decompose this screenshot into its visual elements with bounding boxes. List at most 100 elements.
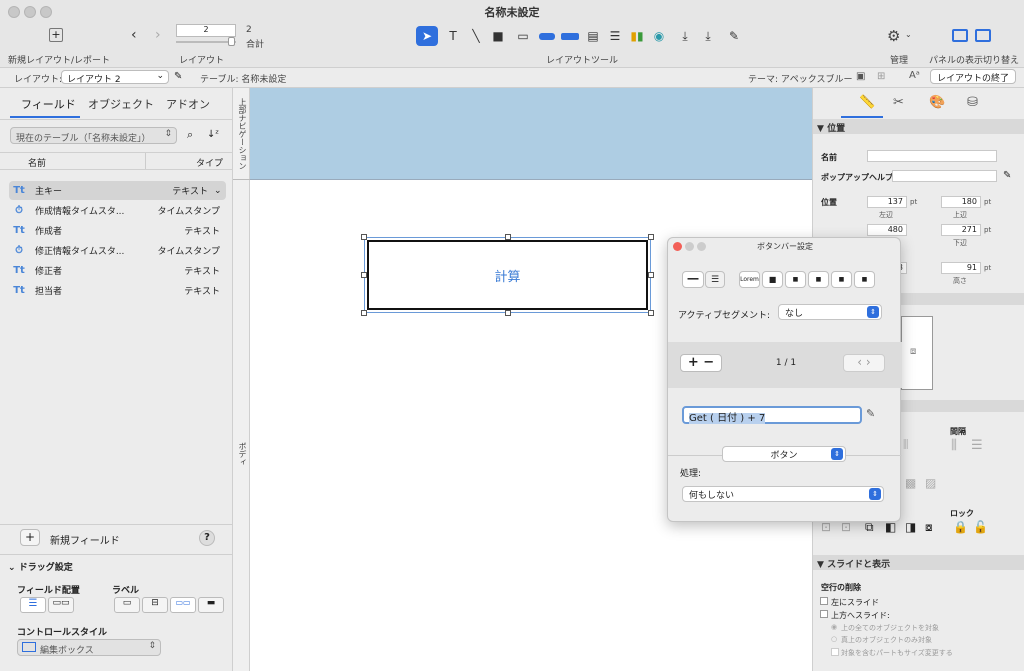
record-field[interactable]: 2 [176,24,236,37]
bring-to-front-icon[interactable]: ◧ [885,520,896,534]
horizontal-orientation-icon[interactable]: ━━ [682,271,704,288]
body-part-label[interactable]: ボディ [237,442,248,466]
icon-only-icon[interactable]: ■ [762,271,783,288]
exit-layout-button[interactable]: レイアウトの終了 [930,69,1016,84]
resize-handle[interactable] [361,272,367,278]
tab-fields[interactable]: フィールド [21,96,76,112]
sort-icon[interactable]: ↓ᶻ [207,129,219,140]
left-pane-toggle-icon[interactable] [952,29,968,42]
field-tool-icon[interactable]: ▭ [512,26,534,46]
resize-smallest-icon[interactable]: ⊡ [841,520,851,534]
button-tool-icon[interactable] [536,26,558,46]
slide-up-checkbox[interactable] [820,610,828,618]
field-row[interactable]: Tt 主キー テキスト ⌄ [9,181,226,200]
field-row[interactable]: Tt 作成者 テキスト [9,221,226,240]
slide-section-header[interactable]: ▼ スライドと表示 [813,555,1024,570]
left-input[interactable]: 137 [867,196,907,208]
icon-top-icon[interactable]: ■ [785,271,806,288]
lock-icon[interactable]: 🔒 [953,520,968,534]
add-segment-icon[interactable]: + [688,355,699,370]
chart-tool-icon[interactable]: ▮ ▮ [626,26,648,46]
bottom-input[interactable]: 271 [941,224,981,236]
format-painter-icon[interactable]: ✎ [723,26,745,46]
col-type-header[interactable]: タイプ [196,156,223,169]
resize-handle[interactable] [505,310,511,316]
no-label-icon[interactable]: ▭ [114,597,140,613]
search-icon[interactable]: ⌕ [187,128,193,142]
radio-directly-above[interactable]: ○ [831,635,837,643]
icon-right-icon[interactable]: ■ [854,271,875,288]
tab-addons[interactable]: アドオン [166,96,210,112]
top-navigation-part[interactable] [250,88,812,180]
position-tab-icon[interactable]: 📏 [859,95,875,110]
table-selector[interactable]: 現在のテーブル（「名称未設定」） ⇕ [10,127,177,144]
position-section-header[interactable]: ▼ 位置 [813,119,1024,134]
resize-to-fit-icon[interactable]: ⊡ [821,520,831,534]
line-tool-icon[interactable]: ╲ [465,26,487,46]
calc-button[interactable]: 計算 [367,240,648,310]
top-input[interactable]: 180 [941,196,981,208]
grid-icon[interactable]: ⊞ [877,71,885,82]
ungroup-icon[interactable]: ▨ [925,476,936,490]
name-input[interactable] [867,150,997,162]
theme-icon[interactable]: ▣ [856,71,865,82]
field-row[interactable]: ⏱ 作成情報タイムスタ... タイムスタンプ [9,201,226,220]
field-row[interactable]: Tt 担当者 テキスト [9,281,226,300]
icon-bottom-icon[interactable]: ■ [808,271,829,288]
pointer-tool-icon[interactable]: ➤ [416,26,438,46]
radio-all-above[interactable]: ◉ [831,623,837,631]
resize-part-checkbox[interactable] [831,648,839,656]
calculation-field[interactable]: Get ( 日付 ) + 7 [682,406,862,424]
new-layout-icon[interactable]: + [49,28,63,42]
tab-objects[interactable]: オブジェクト [88,96,154,112]
icon-left-icon[interactable]: ■ [831,271,852,288]
send-to-back-icon[interactable]: ⧇ [925,520,933,535]
insert-control-icon[interactable]: ⤓ [697,26,719,46]
field-row[interactable]: ⏱ 修正情報タイムスタ... タイムスタンプ [9,241,226,260]
add-field-icon[interactable]: + [20,529,40,546]
edit-pencil-icon[interactable]: ✎ [1003,170,1011,181]
control-style-selector[interactable]: 編集ボックス ⇕ [17,639,161,656]
prev-segment-icon[interactable]: ‹ [857,355,862,369]
layout-selector[interactable]: レイアウト 2 ⌄ [61,70,169,85]
resize-handle[interactable] [648,234,654,240]
back-chevron-icon[interactable]: ‹ [131,27,137,43]
label-top-icon[interactable]: ⊟ [142,597,168,613]
align-icon[interactable]: ⫴ [903,438,908,453]
data-tab-icon[interactable]: ⛁ [967,95,978,110]
segment-pager[interactable]: ‹ › [843,354,885,372]
record-slider[interactable] [176,41,236,43]
button-bar-tool-icon[interactable] [559,26,581,46]
edit-layout-icon[interactable]: ✎ [174,71,182,82]
text-tool-icon[interactable]: T [442,26,464,46]
group-icon[interactable]: ▩ [905,476,916,490]
tab-control-tool-icon[interactable]: ▤ [582,26,604,46]
action-select[interactable]: 何もしない ⇕ [682,486,884,502]
vertical-orientation-icon[interactable]: ☰ [705,271,725,288]
vertical-placement-icon[interactable]: ☰ [20,597,46,613]
horizontal-placement-icon[interactable]: ▭▭ [48,597,74,613]
styles-tab-icon[interactable]: ✂ [893,95,904,110]
field-row[interactable]: Tt 修正者 テキスト [9,261,226,280]
drag-settings-header[interactable]: ⌄ ドラッグ設定 [8,560,73,573]
remove-segment-icon[interactable]: − [703,355,714,370]
appearance-tab-icon[interactable]: 🎨 [929,95,945,110]
col-name-header[interactable]: 名前 [28,156,46,169]
new-field-label[interactable]: 新規フィールド [50,532,120,547]
gear-icon[interactable]: ⚙ [887,27,900,45]
resize-handle[interactable] [361,310,367,316]
edit-calc-pencil-icon[interactable]: ✎ [866,407,875,420]
resize-handle[interactable] [648,272,654,278]
chevron-down-icon[interactable]: ⌄ [905,30,912,39]
next-segment-icon[interactable]: › [866,355,871,369]
portal-tool-icon[interactable]: ☰ [604,26,626,46]
resize-handle[interactable] [361,234,367,240]
segment-type-select[interactable]: ボタン ⇕ [722,446,846,462]
top-nav-part-label[interactable]: 上部ナビゲーション [237,98,248,170]
distribute-horizontal-icon[interactable]: ⫼ [951,438,957,453]
chevron-down-icon[interactable]: ⌄ [214,186,226,196]
distribute-vertical-icon[interactable]: ☰ [971,438,983,453]
active-segment-select[interactable]: なし ⇕ [778,304,882,320]
help-button[interactable]: ? [199,530,215,546]
add-remove-segment[interactable]: + − [680,354,722,372]
